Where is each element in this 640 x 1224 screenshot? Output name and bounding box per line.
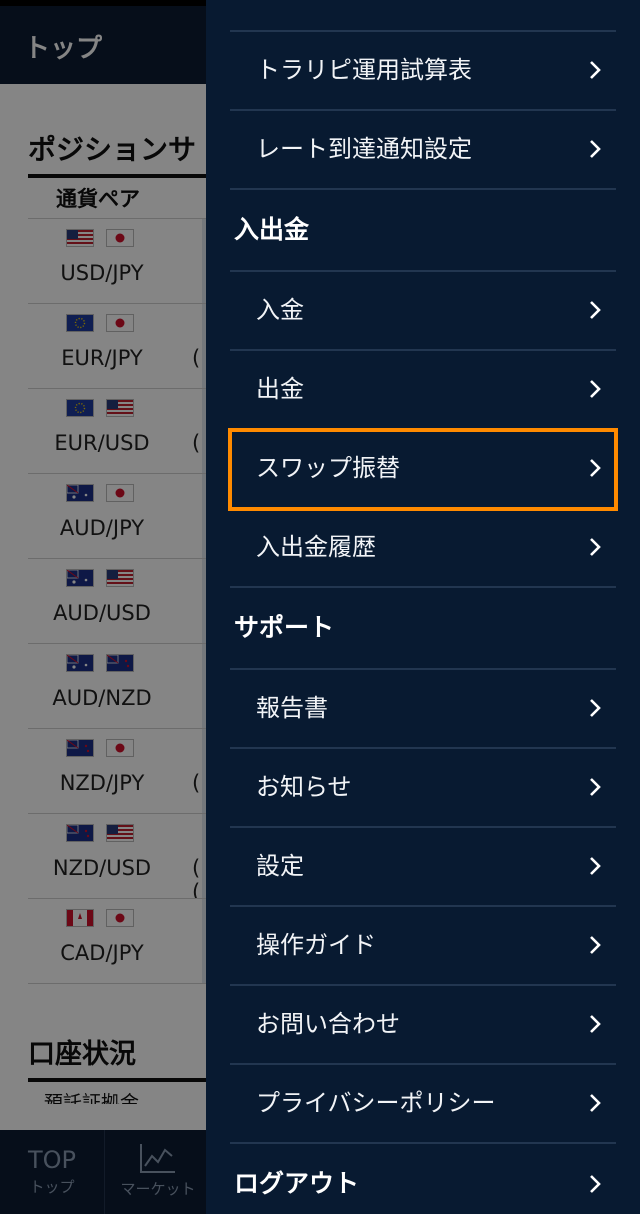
chevron-right-icon	[590, 301, 601, 319]
menu-item-reports[interactable]: 報告書	[230, 670, 616, 749]
menu-item-label: 出金	[256, 375, 304, 403]
menu-item-label: プライバシーポリシー	[256, 1089, 496, 1117]
menu-item-label: スワップ振替	[256, 454, 400, 482]
chevron-right-icon	[590, 1094, 601, 1112]
menu-item-privacy-policy[interactable]: プライバシーポリシー	[230, 1065, 616, 1144]
section-heading-support: サポート	[230, 588, 616, 670]
menu-item-label: お知らせ	[256, 773, 352, 801]
menu-item-label: 操作ガイド	[256, 931, 376, 959]
section-heading-deposit-withdrawal: 入出金	[230, 190, 616, 272]
section-heading-label: 入出金	[234, 215, 310, 244]
section-heading-label: サポート	[234, 613, 335, 642]
chevron-right-icon	[590, 140, 601, 158]
drawer-menu: トラリピ運用試算表 レート到達通知設定 入出金 入金 出金 スワップ振替 入出金…	[228, 32, 618, 1224]
menu-item-withdrawal[interactable]: 出金	[230, 351, 616, 430]
chevron-right-icon	[590, 380, 601, 398]
menu-item-label: 入出金履歴	[256, 533, 376, 561]
chevron-right-icon	[590, 459, 601, 477]
chevron-right-icon	[590, 1015, 601, 1033]
menu-item-label: 入金	[256, 296, 304, 324]
menu-item-settings[interactable]: 設定	[230, 828, 616, 907]
menu-item-deposit-withdrawal-history[interactable]: 入出金履歴	[230, 509, 616, 588]
menu-item-label: 設定	[256, 852, 304, 880]
navigation-drawer: トラリピ運用試算表 レート到達通知設定 入出金 入金 出金 スワップ振替 入出金…	[206, 0, 640, 1214]
logout-button[interactable]: ログアウト	[230, 1144, 616, 1224]
chevron-right-icon	[590, 778, 601, 796]
menu-item-label: 報告書	[256, 694, 328, 722]
chevron-right-icon	[590, 699, 601, 717]
chevron-right-icon	[590, 936, 601, 954]
menu-item-operation-guide[interactable]: 操作ガイド	[230, 907, 616, 986]
menu-item-notices[interactable]: お知らせ	[230, 749, 616, 828]
logout-label: ログアウト	[234, 1169, 360, 1198]
chevron-right-icon	[590, 61, 601, 79]
menu-item-label: レート到達通知設定	[256, 135, 472, 163]
menu-item-swap-transfer[interactable]: スワップ振替	[228, 428, 618, 511]
menu-item-deposit[interactable]: 入金	[230, 272, 616, 351]
chevron-right-icon	[590, 1175, 601, 1193]
chevron-right-icon	[590, 857, 601, 875]
chevron-right-icon	[590, 538, 601, 556]
menu-item-label: トラリピ運用試算表	[256, 56, 472, 84]
menu-item-label: お問い合わせ	[256, 1010, 400, 1038]
menu-item-rate-alert-settings[interactable]: レート到達通知設定	[230, 111, 616, 190]
menu-item-trarepe-simulation[interactable]: トラリピ運用試算表	[230, 32, 616, 111]
menu-item-contact[interactable]: お問い合わせ	[230, 986, 616, 1065]
